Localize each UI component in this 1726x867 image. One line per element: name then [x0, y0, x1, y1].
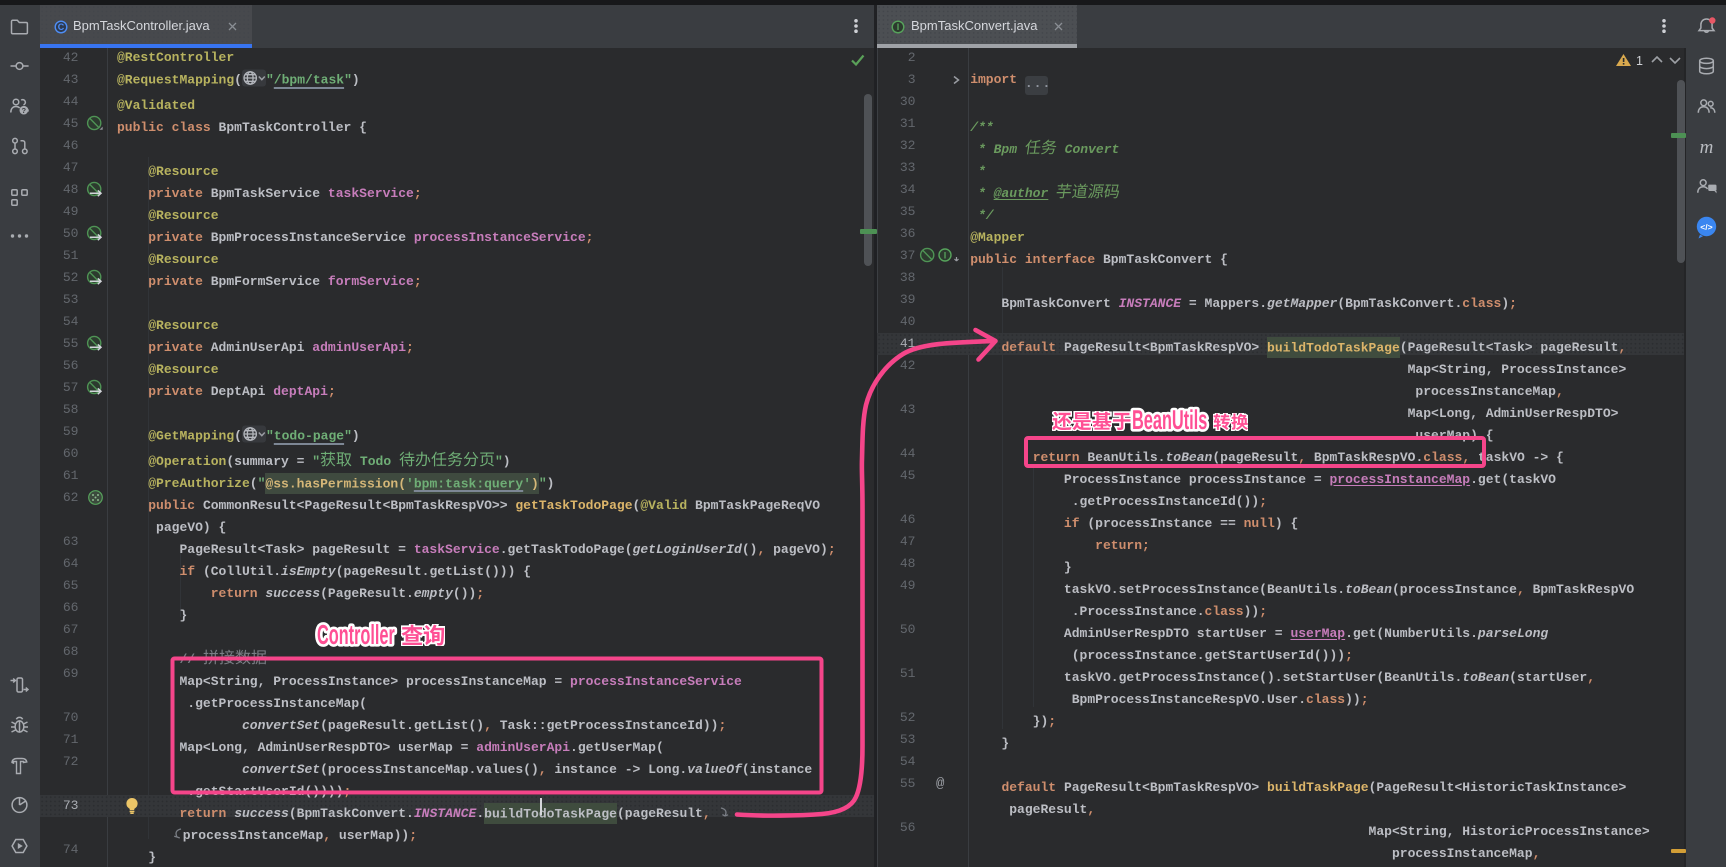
svg-text:?: ?	[22, 106, 27, 115]
svg-text:C: C	[58, 22, 65, 32]
svg-text:I: I	[897, 22, 900, 32]
svg-text:I: I	[944, 250, 947, 260]
svg-text:</>: </>	[1700, 222, 1712, 232]
svg-text:m: m	[1700, 137, 1714, 158]
svg-text:1: 1	[1636, 54, 1643, 68]
